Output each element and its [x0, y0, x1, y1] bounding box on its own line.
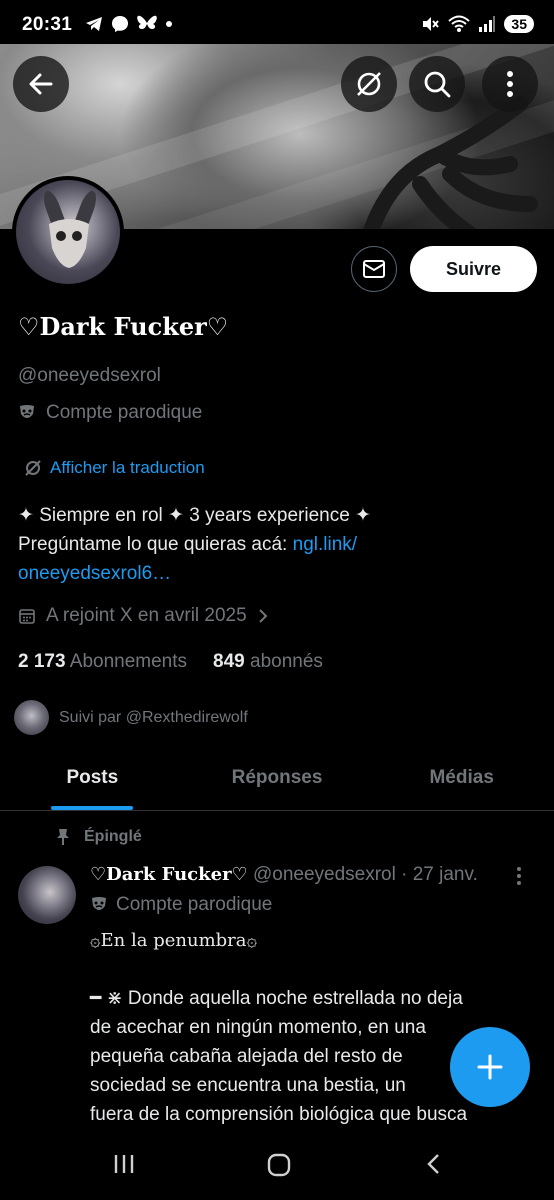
- follow-stats: 2 173 Abonnements 849 abonnés: [18, 651, 323, 673]
- pin-icon: [57, 829, 69, 845]
- back-button[interactable]: [13, 56, 69, 112]
- followed-by[interactable]: Suivi par @Rexthedirewolf: [14, 700, 248, 735]
- dot-icon: [166, 21, 172, 27]
- bio-line: ✦ Siempre en rol ✦ 3 years experience ✦: [18, 505, 371, 526]
- home-icon[interactable]: [266, 1152, 292, 1178]
- translate-off-icon: [357, 72, 381, 96]
- followers-label: abonnés: [250, 651, 323, 672]
- post-line: fuera de la comprensión biológica que bu…: [90, 1104, 468, 1125]
- profile-tabs: Posts Réponses Médias: [0, 745, 554, 811]
- follow-button[interactable]: Suivre: [410, 246, 537, 292]
- followers-stat[interactable]: 849 abonnés: [213, 651, 323, 673]
- tab-replies[interactable]: Réponses: [185, 745, 370, 810]
- plus-icon: [477, 1054, 503, 1080]
- post-author-avatar[interactable]: [18, 866, 76, 924]
- bio-text: Pregúntame lo que quieras acá:: [18, 534, 293, 555]
- tab-media[interactable]: Médias: [369, 745, 554, 810]
- following-label: Abonnements: [69, 651, 188, 672]
- post-parody-text: Compte parodique: [116, 894, 273, 915]
- messenger-icon: [112, 16, 128, 32]
- pinned-label: Épinglé: [84, 828, 142, 845]
- bio-line: Pregúntame lo que quieras acá: ngl.link/: [18, 530, 538, 559]
- following-stat[interactable]: 2 173 Abonnements: [18, 651, 187, 673]
- bluesky-icon: [137, 15, 157, 29]
- mute-icon: [423, 17, 440, 31]
- joined-date[interactable]: A rejoint X en avril 2025: [18, 605, 269, 627]
- show-translation-label: Afficher la traduction: [50, 458, 205, 477]
- display-name: ♡Dark Fucker♡: [18, 312, 229, 341]
- chevron-right-icon: [258, 609, 268, 623]
- signal-icon: [479, 16, 496, 32]
- battery-icon: 35: [504, 15, 534, 33]
- telegram-icon: [86, 17, 102, 31]
- post-more-button[interactable]: [516, 866, 522, 892]
- follower-avatar: [14, 700, 49, 735]
- profile-handle: @oneeyedsexrol: [18, 365, 161, 386]
- bio-link-continued[interactable]: oneeyedsexrol6…: [18, 559, 538, 588]
- avatar[interactable]: [12, 176, 124, 288]
- theater-mask-icon: [20, 405, 34, 418]
- more-vertical-icon: [517, 867, 521, 885]
- arrow-left-icon: [29, 73, 53, 95]
- translate-off-icon: [25, 460, 41, 476]
- post-header: ♡Dark Fucker♡ @oneeyedsexrol · 27 janv.: [90, 864, 478, 886]
- post-date: · 27 janv.: [401, 864, 478, 885]
- recent-apps-icon[interactable]: [112, 1152, 136, 1176]
- post-author-handle[interactable]: @oneeyedsexrol: [253, 864, 396, 885]
- tab-posts[interactable]: Posts: [0, 745, 185, 810]
- followed-by-text: Suivi par @Rexthedirewolf: [59, 708, 248, 726]
- compose-button[interactable]: [450, 1027, 530, 1107]
- bio-link[interactable]: ngl.link/: [293, 534, 357, 555]
- more-vertical-icon: [507, 71, 513, 97]
- joined-text: A rejoint X en avril 2025: [46, 605, 247, 626]
- calendar-icon: [19, 609, 35, 624]
- profile-bio: ✦ Siempre en rol ✦ 3 years experience ✦ …: [18, 501, 538, 588]
- notification-icons: [84, 14, 174, 34]
- android-nav-bar: [0, 1130, 554, 1200]
- search-icon: [424, 71, 451, 98]
- translate-button[interactable]: [341, 56, 397, 112]
- system-icons: 35: [420, 14, 534, 34]
- post-parody-label: Compte parodique: [90, 894, 272, 916]
- post-author-name[interactable]: ♡Dark Fucker♡: [90, 864, 248, 885]
- post-line: ━ ⋇ Donde aquella noche estrellada no de…: [90, 988, 463, 1009]
- status-time: 20:31: [22, 14, 73, 35]
- back-nav-icon[interactable]: [424, 1152, 442, 1176]
- envelope-icon: [363, 260, 385, 278]
- parody-label: Compte parodique: [18, 402, 202, 424]
- search-button[interactable]: [409, 56, 465, 112]
- avatar-skull: [49, 219, 89, 268]
- message-button[interactable]: [351, 246, 397, 292]
- following-count: 2 173: [18, 651, 66, 672]
- show-translation-link[interactable]: Afficher la traduction: [24, 458, 205, 478]
- theater-mask-icon: [92, 897, 106, 910]
- followers-count: 849: [213, 651, 245, 672]
- pinned-indicator: Épinglé: [56, 828, 142, 846]
- wifi-icon: [448, 15, 471, 32]
- post-title: ۞En la penumbra۞: [90, 930, 258, 951]
- parody-text: Compte parodique: [46, 402, 203, 423]
- more-button[interactable]: [482, 56, 538, 112]
- status-bar: 20:31 35: [0, 0, 554, 48]
